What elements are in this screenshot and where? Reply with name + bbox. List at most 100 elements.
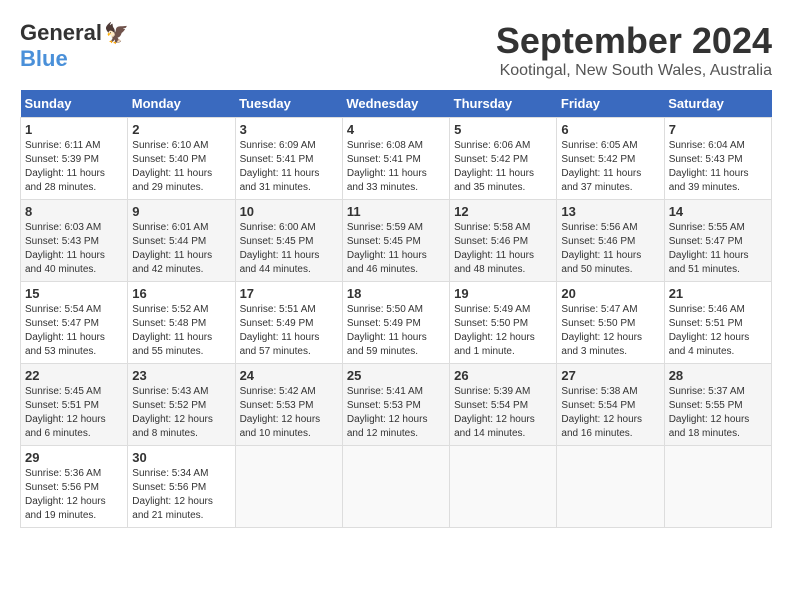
day-number: 27 <box>561 368 659 383</box>
day-number: 5 <box>454 122 552 137</box>
day-number: 24 <box>240 368 338 383</box>
day-info: Sunrise: 5:52 AMSunset: 5:48 PMDaylight:… <box>132 304 212 357</box>
day-number: 22 <box>25 368 123 383</box>
day-number: 12 <box>454 204 552 219</box>
day-info: Sunrise: 5:59 AMSunset: 5:45 PMDaylight:… <box>347 222 427 275</box>
calendar-day-cell: 25 Sunrise: 5:41 AMSunset: 5:53 PMDaylig… <box>342 364 449 446</box>
calendar-day-cell: 20 Sunrise: 5:47 AMSunset: 5:50 PMDaylig… <box>557 282 664 364</box>
calendar-day-cell <box>235 446 342 528</box>
calendar-week-row: 8 Sunrise: 6:03 AMSunset: 5:43 PMDayligh… <box>21 200 772 282</box>
logo-blue-text: Blue <box>20 46 68 72</box>
day-info: Sunrise: 6:05 AMSunset: 5:42 PMDaylight:… <box>561 140 641 193</box>
day-number: 20 <box>561 286 659 301</box>
day-info: Sunrise: 5:42 AMSunset: 5:53 PMDaylight:… <box>240 386 321 439</box>
day-number: 26 <box>454 368 552 383</box>
day-number: 8 <box>25 204 123 219</box>
day-info: Sunrise: 5:39 AMSunset: 5:54 PMDaylight:… <box>454 386 535 439</box>
day-info: Sunrise: 5:41 AMSunset: 5:53 PMDaylight:… <box>347 386 428 439</box>
day-info: Sunrise: 6:11 AMSunset: 5:39 PMDaylight:… <box>25 140 105 193</box>
day-number: 15 <box>25 286 123 301</box>
day-info: Sunrise: 6:06 AMSunset: 5:42 PMDaylight:… <box>454 140 534 193</box>
col-thursday: Thursday <box>450 90 557 118</box>
calendar-day-cell: 16 Sunrise: 5:52 AMSunset: 5:48 PMDaylig… <box>128 282 235 364</box>
day-info: Sunrise: 6:01 AMSunset: 5:44 PMDaylight:… <box>132 222 212 275</box>
calendar-day-cell <box>450 446 557 528</box>
calendar-day-cell <box>342 446 449 528</box>
day-number: 16 <box>132 286 230 301</box>
day-info: Sunrise: 6:04 AMSunset: 5:43 PMDaylight:… <box>669 140 749 193</box>
col-sunday: Sunday <box>21 90 128 118</box>
header: General 🦅 Blue September 2024 Kootingal,… <box>20 20 772 80</box>
calendar-day-cell <box>664 446 771 528</box>
calendar-day-cell: 1 Sunrise: 6:11 AMSunset: 5:39 PMDayligh… <box>21 118 128 200</box>
day-info: Sunrise: 6:03 AMSunset: 5:43 PMDaylight:… <box>25 222 105 275</box>
day-number: 30 <box>132 450 230 465</box>
calendar-day-cell: 22 Sunrise: 5:45 AMSunset: 5:51 PMDaylig… <box>21 364 128 446</box>
logo-bird-icon: 🦅 <box>104 21 129 46</box>
logo: General 🦅 Blue <box>20 20 129 72</box>
day-number: 19 <box>454 286 552 301</box>
calendar-day-cell: 21 Sunrise: 5:46 AMSunset: 5:51 PMDaylig… <box>664 282 771 364</box>
day-info: Sunrise: 5:37 AMSunset: 5:55 PMDaylight:… <box>669 386 750 439</box>
day-info: Sunrise: 5:58 AMSunset: 5:46 PMDaylight:… <box>454 222 534 275</box>
day-info: Sunrise: 6:10 AMSunset: 5:40 PMDaylight:… <box>132 140 212 193</box>
calendar-day-cell: 17 Sunrise: 5:51 AMSunset: 5:49 PMDaylig… <box>235 282 342 364</box>
day-number: 25 <box>347 368 445 383</box>
logo-general-text: General <box>20 20 102 46</box>
calendar-week-row: 22 Sunrise: 5:45 AMSunset: 5:51 PMDaylig… <box>21 364 772 446</box>
calendar-table: Sunday Monday Tuesday Wednesday Thursday… <box>20 90 772 528</box>
title-area: September 2024 Kootingal, New South Wale… <box>496 20 772 80</box>
day-info: Sunrise: 6:09 AMSunset: 5:41 PMDaylight:… <box>240 140 320 193</box>
day-info: Sunrise: 5:47 AMSunset: 5:50 PMDaylight:… <box>561 304 642 357</box>
calendar-day-cell: 14 Sunrise: 5:55 AMSunset: 5:47 PMDaylig… <box>664 200 771 282</box>
calendar-day-cell: 10 Sunrise: 6:00 AMSunset: 5:45 PMDaylig… <box>235 200 342 282</box>
calendar-day-cell: 3 Sunrise: 6:09 AMSunset: 5:41 PMDayligh… <box>235 118 342 200</box>
calendar-day-cell: 2 Sunrise: 6:10 AMSunset: 5:40 PMDayligh… <box>128 118 235 200</box>
calendar-day-cell: 9 Sunrise: 6:01 AMSunset: 5:44 PMDayligh… <box>128 200 235 282</box>
day-info: Sunrise: 5:54 AMSunset: 5:47 PMDaylight:… <box>25 304 105 357</box>
month-title: September 2024 <box>496 20 772 62</box>
day-number: 23 <box>132 368 230 383</box>
day-info: Sunrise: 5:49 AMSunset: 5:50 PMDaylight:… <box>454 304 535 357</box>
header-row: Sunday Monday Tuesday Wednesday Thursday… <box>21 90 772 118</box>
calendar-day-cell: 26 Sunrise: 5:39 AMSunset: 5:54 PMDaylig… <box>450 364 557 446</box>
day-number: 7 <box>669 122 767 137</box>
calendar-day-cell: 19 Sunrise: 5:49 AMSunset: 5:50 PMDaylig… <box>450 282 557 364</box>
day-info: Sunrise: 5:56 AMSunset: 5:46 PMDaylight:… <box>561 222 641 275</box>
day-number: 2 <box>132 122 230 137</box>
day-number: 28 <box>669 368 767 383</box>
day-number: 13 <box>561 204 659 219</box>
day-number: 21 <box>669 286 767 301</box>
calendar-week-row: 29 Sunrise: 5:36 AMSunset: 5:56 PMDaylig… <box>21 446 772 528</box>
calendar-day-cell: 4 Sunrise: 6:08 AMSunset: 5:41 PMDayligh… <box>342 118 449 200</box>
col-tuesday: Tuesday <box>235 90 342 118</box>
calendar-day-cell: 15 Sunrise: 5:54 AMSunset: 5:47 PMDaylig… <box>21 282 128 364</box>
col-monday: Monday <box>128 90 235 118</box>
calendar-day-cell: 11 Sunrise: 5:59 AMSunset: 5:45 PMDaylig… <box>342 200 449 282</box>
calendar-day-cell: 6 Sunrise: 6:05 AMSunset: 5:42 PMDayligh… <box>557 118 664 200</box>
day-info: Sunrise: 5:51 AMSunset: 5:49 PMDaylight:… <box>240 304 320 357</box>
day-info: Sunrise: 5:46 AMSunset: 5:51 PMDaylight:… <box>669 304 750 357</box>
day-info: Sunrise: 5:36 AMSunset: 5:56 PMDaylight:… <box>25 468 106 521</box>
day-number: 10 <box>240 204 338 219</box>
calendar-day-cell: 27 Sunrise: 5:38 AMSunset: 5:54 PMDaylig… <box>557 364 664 446</box>
day-number: 9 <box>132 204 230 219</box>
day-number: 4 <box>347 122 445 137</box>
day-info: Sunrise: 5:43 AMSunset: 5:52 PMDaylight:… <box>132 386 213 439</box>
day-info: Sunrise: 5:55 AMSunset: 5:47 PMDaylight:… <box>669 222 749 275</box>
calendar-day-cell: 7 Sunrise: 6:04 AMSunset: 5:43 PMDayligh… <box>664 118 771 200</box>
calendar-day-cell <box>557 446 664 528</box>
col-friday: Friday <box>557 90 664 118</box>
day-number: 29 <box>25 450 123 465</box>
day-info: Sunrise: 6:08 AMSunset: 5:41 PMDaylight:… <box>347 140 427 193</box>
day-number: 18 <box>347 286 445 301</box>
calendar-day-cell: 12 Sunrise: 5:58 AMSunset: 5:46 PMDaylig… <box>450 200 557 282</box>
day-info: Sunrise: 5:45 AMSunset: 5:51 PMDaylight:… <box>25 386 106 439</box>
calendar-week-row: 1 Sunrise: 6:11 AMSunset: 5:39 PMDayligh… <box>21 118 772 200</box>
calendar-day-cell: 8 Sunrise: 6:03 AMSunset: 5:43 PMDayligh… <box>21 200 128 282</box>
calendar-day-cell: 23 Sunrise: 5:43 AMSunset: 5:52 PMDaylig… <box>128 364 235 446</box>
day-info: Sunrise: 5:34 AMSunset: 5:56 PMDaylight:… <box>132 468 213 521</box>
calendar-day-cell: 28 Sunrise: 5:37 AMSunset: 5:55 PMDaylig… <box>664 364 771 446</box>
day-number: 6 <box>561 122 659 137</box>
calendar-day-cell: 29 Sunrise: 5:36 AMSunset: 5:56 PMDaylig… <box>21 446 128 528</box>
